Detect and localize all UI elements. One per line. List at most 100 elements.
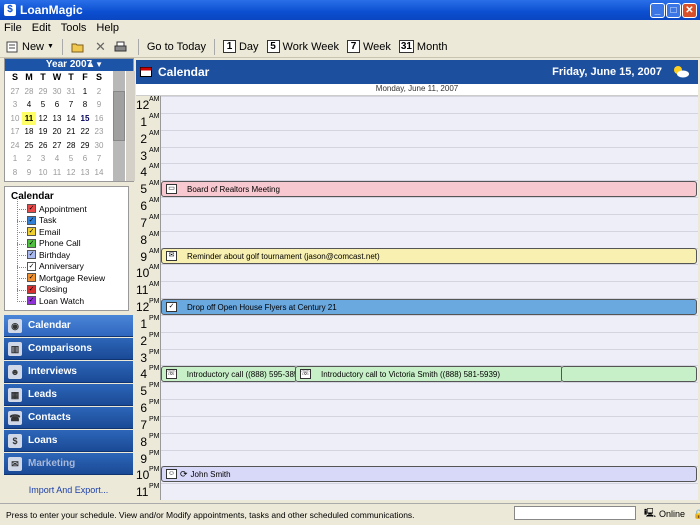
calendar-type-item[interactable]: ✓ Task xyxy=(11,208,128,227)
day-cell[interactable]: 25 xyxy=(22,139,36,153)
day-cell[interactable]: 11 xyxy=(50,166,64,180)
checkbox[interactable]: ✓ xyxy=(27,284,36,294)
nav-leads[interactable]: ▦ Leads xyxy=(4,384,133,406)
day-cell[interactable]: 6 xyxy=(50,98,64,112)
day-cell[interactable]: 31 xyxy=(64,85,78,99)
event-golf-reminder[interactable]: ✉ Reminder about golf tournament (jason@… xyxy=(161,248,697,264)
import-export-link[interactable]: Import And Export... xyxy=(4,480,133,500)
day-cell[interactable]: 22 xyxy=(78,125,92,139)
nav-loans[interactable]: $ Loans xyxy=(4,430,133,452)
day-cell[interactable]: 28 xyxy=(64,139,78,153)
day-cell[interactable]: 17 xyxy=(8,125,22,139)
day-cell[interactable]: 30 xyxy=(50,85,64,99)
day-cell[interactable]: 3 xyxy=(36,152,50,166)
day-cell[interactable]: 30 xyxy=(92,139,106,153)
checkbox[interactable]: ✓ xyxy=(27,250,36,260)
day-cell[interactable]: 9 xyxy=(22,166,36,180)
day-cell[interactable]: 14 xyxy=(92,166,106,180)
day-cell[interactable]: 10 xyxy=(36,166,50,180)
day-cell[interactable]: 9 xyxy=(92,98,106,112)
day-cell[interactable]: 1 xyxy=(78,85,92,99)
checkbox[interactable]: ✓ xyxy=(27,273,36,283)
day-cell[interactable]: 10 xyxy=(8,112,22,126)
day-cell[interactable]: 13 xyxy=(78,166,92,180)
menu-edit[interactable]: Edit xyxy=(32,22,51,34)
calendar-type-item[interactable]: ✓ Mortgage Review xyxy=(11,266,128,284)
minimize-button[interactable]: _ xyxy=(650,3,665,18)
day-cell[interactable]: 2 xyxy=(22,152,36,166)
day-cell[interactable]: 3 xyxy=(8,98,22,112)
checkbox[interactable]: ✓ xyxy=(27,204,36,214)
week-view-button[interactable]: 7 Week xyxy=(347,38,391,56)
day-cell[interactable]: 26 xyxy=(36,139,50,153)
month-scrollbar[interactable] xyxy=(113,71,125,181)
checkbox[interactable]: ✓ xyxy=(27,296,36,306)
event-john-smith-birthday[interactable]: ☺ ⟳ John Smith xyxy=(161,466,697,482)
delete-button[interactable]: ✕ xyxy=(95,38,106,56)
month-view-button[interactable]: 31 Month xyxy=(398,38,448,56)
event-open-house-flyers[interactable]: ✓ Drop off Open House Flyers at Century … xyxy=(161,299,697,315)
go-today-button[interactable]: Go to Today xyxy=(147,38,206,56)
new-button[interactable]: New ▼ xyxy=(6,38,54,56)
nav-marketing[interactable]: ✉ Marketing xyxy=(4,453,133,475)
day-cell[interactable]: 16 xyxy=(92,112,106,126)
day-cell[interactable]: 18 xyxy=(22,125,36,139)
day-cell[interactable]: 24 xyxy=(8,139,22,153)
open-button[interactable] xyxy=(71,38,87,56)
day-cell[interactable]: 12 xyxy=(64,166,78,180)
day-cell[interactable]: 29 xyxy=(78,139,92,153)
day-cell[interactable]: 29 xyxy=(36,85,50,99)
day-cell[interactable]: 1 xyxy=(8,152,22,166)
day-cell[interactable]: 8 xyxy=(78,98,92,112)
day-view-button[interactable]: 1 Day xyxy=(222,38,259,56)
day-cell[interactable]: 5 xyxy=(64,152,78,166)
checkbox[interactable]: ✓ xyxy=(27,261,36,271)
day-cell[interactable]: 7 xyxy=(64,98,78,112)
menu-file[interactable]: File xyxy=(4,22,22,34)
day-cell[interactable]: 5 xyxy=(36,98,50,112)
day-cell[interactable]: 13 xyxy=(50,112,64,126)
menu-tools[interactable]: Tools xyxy=(61,22,87,34)
day-cell[interactable]: 2 xyxy=(92,85,106,99)
day-cell[interactable]: 14 xyxy=(64,112,78,126)
calendar-type-item[interactable]: ✓ Email xyxy=(11,220,128,238)
checkbox[interactable]: ✓ xyxy=(27,215,36,225)
calendar-type-item[interactable]: ✓ Appointment xyxy=(11,197,128,215)
day-cell[interactable]: 6 xyxy=(78,152,92,166)
calendar-type-item[interactable]: ✓ Loan Watch xyxy=(11,289,128,307)
day-cell[interactable]: 23 xyxy=(92,125,106,139)
event-introductory-call[interactable]: ☏ Introductory call ((888) 595-3859 xyxy=(161,366,297,382)
scroll-thumb[interactable] xyxy=(113,91,125,141)
day-cell[interactable]: 28 xyxy=(22,85,36,99)
event-phone-call-strip[interactable] xyxy=(561,366,697,382)
calendar-type-item[interactable]: ✓ Birthday xyxy=(11,243,128,261)
day-cell[interactable]: 11 xyxy=(22,111,36,125)
day-grid[interactable]: ▭ Board of Realtors Meeting ✉ Reminder a… xyxy=(161,96,698,500)
year-spinner-icon[interactable]: ▲▼ xyxy=(87,59,103,71)
day-cell[interactable]: 12 xyxy=(36,112,50,126)
day-cell[interactable]: 19 xyxy=(36,125,50,139)
calendar-type-item[interactable]: ✓ Anniversary xyxy=(11,254,128,273)
nav-comparisons[interactable]: ▥ Comparisons xyxy=(4,338,133,360)
checkbox[interactable]: ✓ xyxy=(27,238,36,248)
vertical-scrollbar[interactable] xyxy=(126,71,135,181)
nav-calendar[interactable]: ◉ Calendar xyxy=(4,315,133,337)
calendar-type-item[interactable]: ✓ Phone Call xyxy=(11,231,128,250)
day-cell[interactable]: 20 xyxy=(50,125,64,139)
day-cell[interactable]: 15 xyxy=(78,112,92,126)
nav-contacts[interactable]: ☎ Contacts xyxy=(4,407,133,429)
checkbox[interactable]: ✓ xyxy=(27,227,36,237)
nav-interviews[interactable]: ☻ Interviews xyxy=(4,361,133,383)
work-week-view-button[interactable]: 5 Work Week xyxy=(266,38,339,56)
event-board-of-realtors[interactable]: ▭ Board of Realtors Meeting xyxy=(161,181,697,197)
day-cell[interactable]: 7 xyxy=(92,152,106,166)
day-cell[interactable]: 27 xyxy=(8,85,22,99)
day-cell[interactable]: 21 xyxy=(64,125,78,139)
close-button[interactable]: ✕ xyxy=(682,3,697,18)
maximize-button[interactable]: □ xyxy=(666,3,681,18)
menu-help[interactable]: Help xyxy=(96,22,119,34)
print-button[interactable] xyxy=(114,38,130,56)
day-cell[interactable]: 27 xyxy=(50,139,64,153)
day-cell[interactable]: 4 xyxy=(22,98,36,112)
day-cell[interactable]: 4 xyxy=(50,152,64,166)
